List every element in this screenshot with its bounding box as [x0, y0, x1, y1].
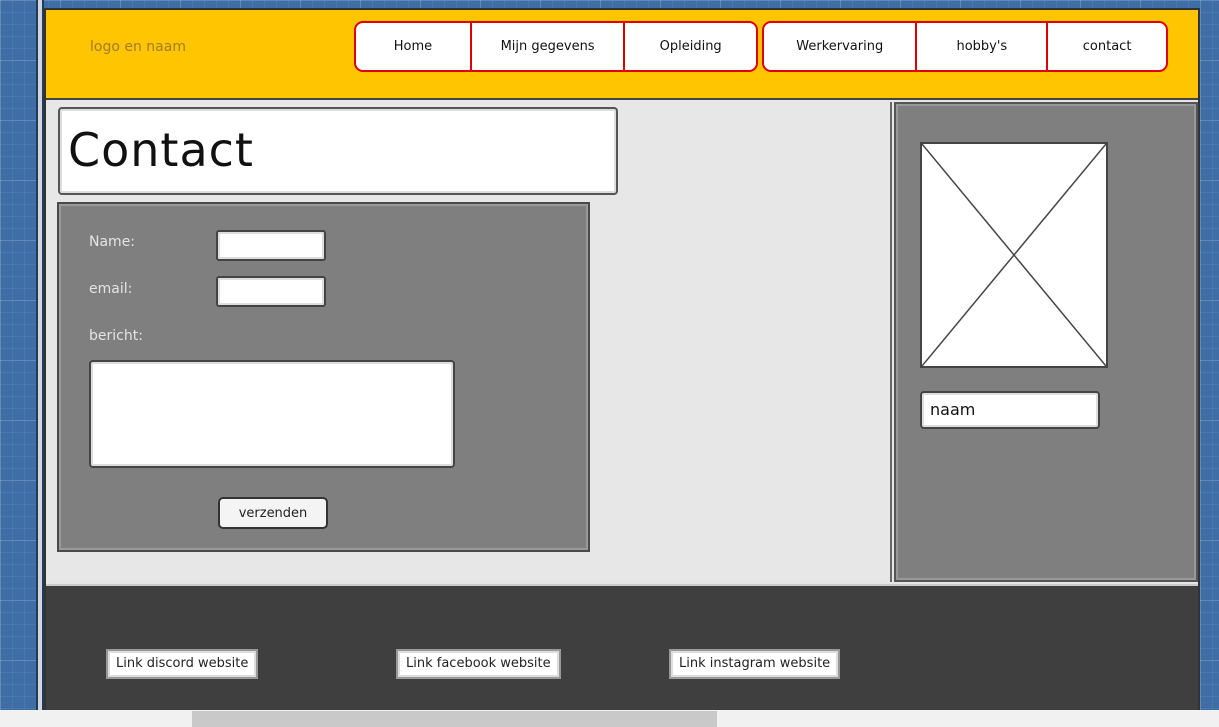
sidebar: naam — [894, 102, 1198, 582]
page-title-box: Contact — [58, 107, 618, 195]
page-header: logo en naam Home Mijn gegevens Opleidin… — [46, 10, 1198, 100]
image-placeholder-icon — [920, 142, 1108, 368]
submit-button[interactable]: verzenden — [218, 497, 328, 529]
nav-group-primary: Home Mijn gegevens Opleiding — [354, 21, 758, 72]
email-input[interactable] — [216, 276, 326, 307]
facebook-link[interactable]: Link facebook website — [396, 649, 561, 679]
nav-opleiding[interactable]: Opleiding — [625, 23, 756, 70]
nav-hobbys[interactable]: hobby's — [917, 23, 1049, 70]
scrollbar-thumb[interactable] — [192, 711, 717, 727]
instagram-link[interactable]: Link instagram website — [669, 649, 841, 679]
nav-mijn-gegevens[interactable]: Mijn gegevens — [472, 23, 626, 70]
message-label: bericht: — [89, 328, 143, 344]
nav-contact[interactable]: contact — [1048, 23, 1166, 70]
nav-werkervaring[interactable]: Werkervaring — [764, 23, 918, 70]
canvas-frame-line — [36, 0, 44, 710]
discord-link[interactable]: Link discord website — [106, 649, 259, 679]
name-input[interactable] — [216, 230, 326, 261]
message-textarea[interactable] — [89, 360, 455, 468]
contact-form: Name: email: bericht: verzenden — [57, 202, 590, 552]
email-label: email: — [89, 281, 133, 297]
horizontal-scrollbar[interactable] — [0, 710, 1219, 727]
page-footer: Link discord website Link facebook websi… — [46, 584, 1198, 710]
page-mockup: logo en naam Home Mijn gegevens Opleidin… — [44, 8, 1200, 710]
profile-name-box: naam — [920, 391, 1100, 429]
logo-text: logo en naam — [90, 39, 186, 55]
name-label: Name: — [89, 234, 136, 250]
main-content: Contact Name: email: bericht: verzenden — [46, 102, 892, 582]
nav-group-secondary: Werkervaring hobby's contact — [762, 21, 1168, 72]
nav-home[interactable]: Home — [356, 23, 472, 70]
page-title: Contact — [68, 123, 254, 177]
